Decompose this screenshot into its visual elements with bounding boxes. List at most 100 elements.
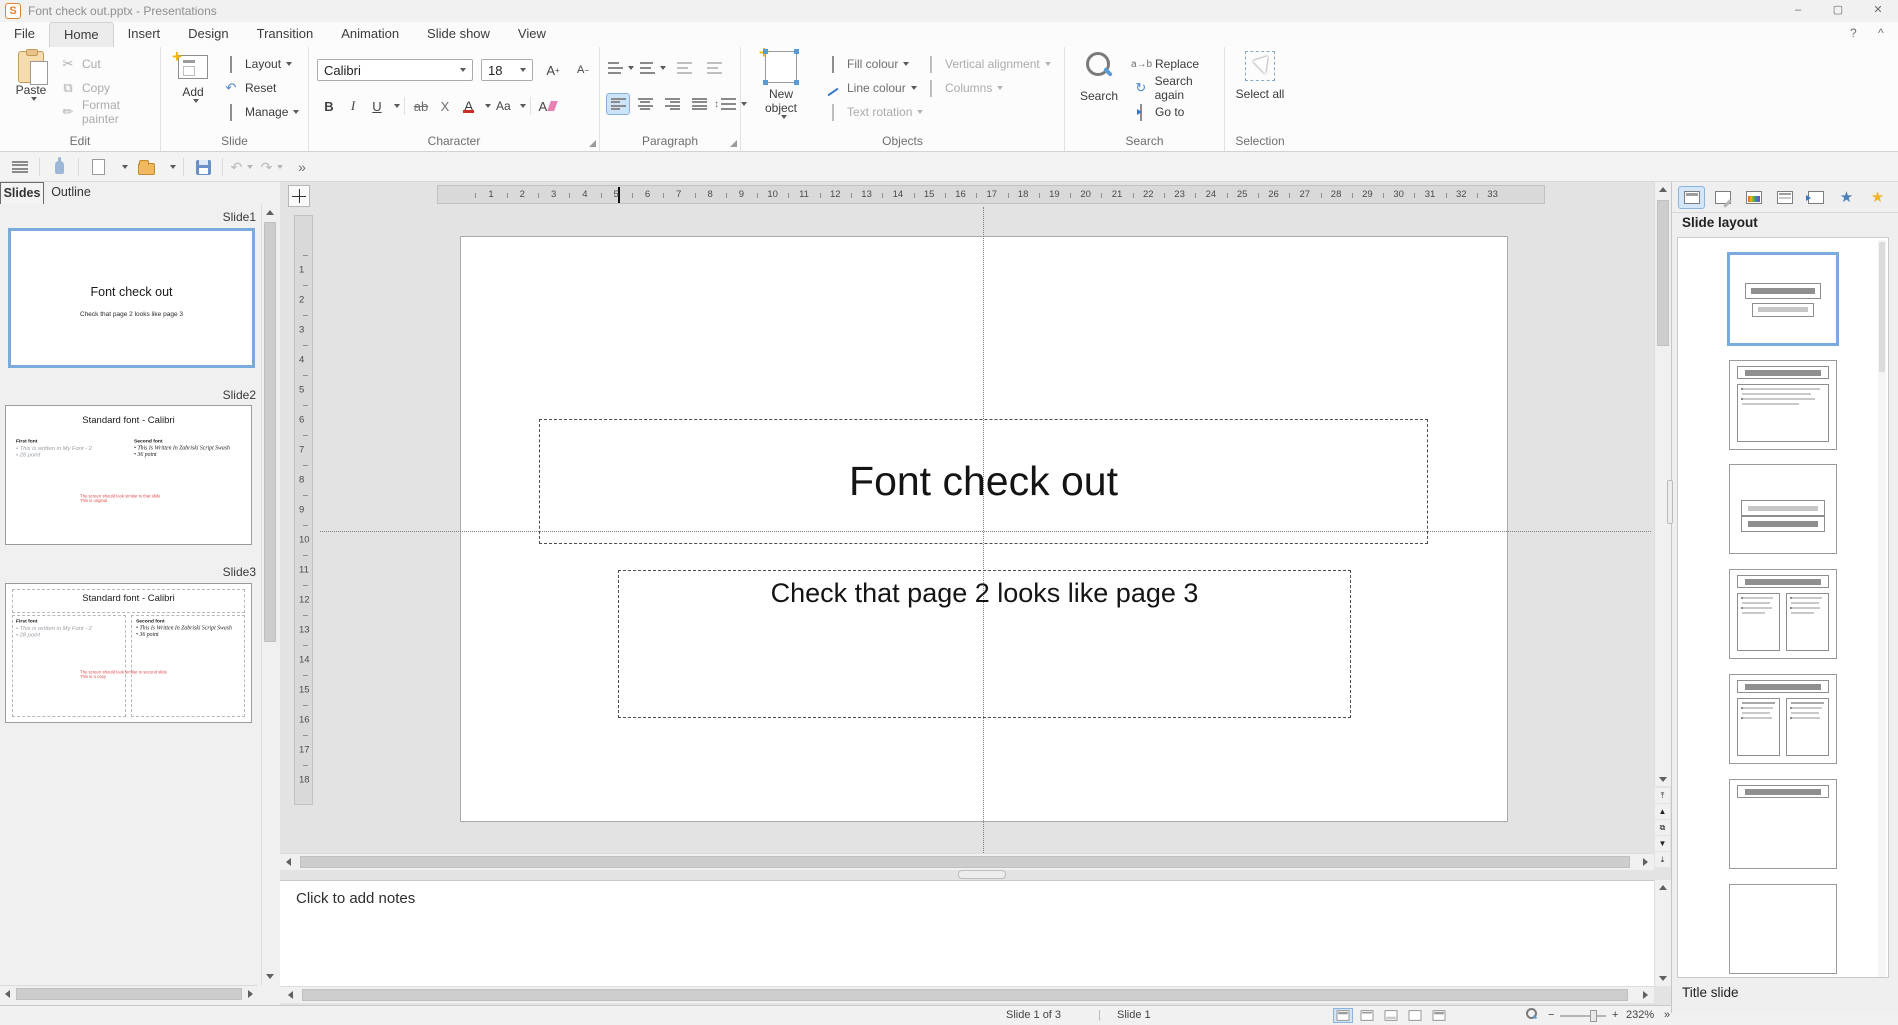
menu-transition[interactable]: Transition bbox=[243, 22, 328, 47]
new-document-dropdown-icon[interactable] bbox=[116, 157, 128, 177]
align-center-button[interactable] bbox=[633, 93, 657, 115]
font-color-button[interactable]: A bbox=[457, 98, 480, 114]
new-document-icon[interactable] bbox=[86, 157, 110, 177]
search-button[interactable]: Search bbox=[1075, 51, 1123, 127]
change-case-button[interactable]: Aa bbox=[491, 95, 515, 117]
align-right-button[interactable] bbox=[660, 93, 684, 115]
status-overflow-icon[interactable]: » bbox=[1664, 1009, 1670, 1021]
change-case-dropdown-icon[interactable] bbox=[520, 104, 526, 108]
menu-view[interactable]: View bbox=[504, 22, 560, 47]
help-icon[interactable]: ? bbox=[1850, 26, 1857, 40]
slide-overview-button[interactable]: ⧉ bbox=[1655, 820, 1670, 835]
manage-button[interactable]: Manage bbox=[221, 102, 299, 122]
canvas-hscrollbar[interactable] bbox=[280, 853, 1654, 870]
vertical-alignment-button[interactable]: Vertical alignment bbox=[921, 54, 1051, 74]
layout-thumb-title-only[interactable] bbox=[1729, 779, 1837, 869]
layout-thumb-title-content[interactable] bbox=[1729, 360, 1837, 450]
goto-button[interactable]: Go to bbox=[1131, 102, 1184, 122]
layout-button[interactable]: Layout bbox=[221, 54, 292, 74]
strikethrough-button[interactable]: ab bbox=[409, 95, 433, 117]
layout-thumb-centered-text[interactable] bbox=[1729, 464, 1837, 554]
sidebar-tab-master[interactable] bbox=[1771, 186, 1798, 209]
paste-button[interactable]: Paste bbox=[8, 51, 54, 127]
line-colour-button[interactable]: Line colour bbox=[823, 78, 917, 98]
zoom-out-button[interactable]: − bbox=[1548, 1009, 1554, 1021]
layout-thumb-two-content-caption[interactable] bbox=[1729, 674, 1837, 764]
layout-thumb-two-content[interactable] bbox=[1729, 569, 1837, 659]
superscript-subscript-button[interactable]: X bbox=[433, 95, 457, 117]
menu-slideshow[interactable]: Slide show bbox=[413, 22, 504, 47]
minimize-button[interactable]: – bbox=[1778, 0, 1818, 22]
layout-thumb-blank[interactable] bbox=[1729, 884, 1837, 974]
fill-colour-button[interactable]: Fill colour bbox=[823, 54, 909, 74]
numbered-list-button[interactable] bbox=[640, 57, 666, 79]
underline-dropdown-icon[interactable] bbox=[394, 104, 400, 108]
view-master-button[interactable] bbox=[1429, 1008, 1449, 1023]
slide3-thumbnail[interactable]: Standard font - Calibri First font This … bbox=[5, 583, 252, 723]
maximize-button[interactable]: ▢ bbox=[1818, 0, 1858, 22]
text-rotation-button[interactable]: Text rotation bbox=[823, 102, 923, 122]
sidebar-collapse-grip[interactable] bbox=[1667, 480, 1673, 524]
underline-button[interactable]: U bbox=[365, 95, 389, 117]
subtitle-placeholder[interactable]: Check that page 2 looks like page 3 bbox=[618, 570, 1351, 718]
open-file-icon[interactable] bbox=[134, 157, 158, 177]
close-button[interactable]: ✕ bbox=[1858, 0, 1898, 22]
sidebar-tab-animation[interactable]: ★ bbox=[1833, 186, 1860, 209]
collapse-ribbon-icon[interactable]: ^ bbox=[1878, 26, 1884, 40]
sidebar-tab-colour-scheme[interactable] bbox=[1740, 186, 1767, 209]
grow-font-button[interactable]: A+ bbox=[541, 59, 565, 81]
bullet-list-button[interactable] bbox=[608, 57, 634, 79]
italic-button[interactable]: I bbox=[341, 95, 365, 117]
ruler-origin-crosshair[interactable] bbox=[288, 185, 310, 207]
add-slide-button[interactable]: + Add bbox=[173, 51, 213, 127]
align-left-button[interactable] bbox=[606, 93, 630, 115]
menu-animation[interactable]: Animation bbox=[327, 22, 413, 47]
slides-panel-scrollbar[interactable] bbox=[261, 204, 278, 985]
status-slide-name[interactable]: Slide 1 bbox=[1117, 1009, 1151, 1021]
increase-indent-button[interactable] bbox=[672, 57, 696, 79]
slide2-thumbnail[interactable]: Standard font - Calibri First font This … bbox=[5, 405, 252, 545]
columns-button[interactable]: Columns bbox=[921, 78, 1003, 98]
notes-hscrollbar[interactable] bbox=[280, 986, 1654, 1003]
zoom-percentage[interactable]: 232% bbox=[1626, 1009, 1654, 1021]
toolbar-overflow-icon[interactable]: » bbox=[290, 157, 314, 177]
menu-home[interactable]: Home bbox=[49, 22, 114, 47]
sidebar-tab-layout[interactable] bbox=[1678, 186, 1705, 209]
font-size-select[interactable]: 18 bbox=[481, 59, 533, 81]
sidebar-tab-effects[interactable]: ★ bbox=[1864, 186, 1891, 209]
view-sorter-button[interactable] bbox=[1357, 1008, 1377, 1023]
tab-slides[interactable]: Slides bbox=[0, 182, 44, 204]
view-handout-button[interactable] bbox=[1405, 1008, 1425, 1023]
hamburger-menu-icon[interactable] bbox=[8, 157, 32, 177]
redo-icon[interactable]: ↷ bbox=[260, 157, 284, 177]
last-slide-button[interactable]: ⤓ bbox=[1655, 852, 1670, 867]
open-file-dropdown-icon[interactable] bbox=[164, 157, 176, 177]
view-normal-button[interactable] bbox=[1333, 1008, 1353, 1023]
menu-insert[interactable]: Insert bbox=[114, 22, 175, 47]
new-object-button[interactable]: + New object bbox=[753, 51, 809, 127]
first-slide-button[interactable]: ⤒ bbox=[1655, 788, 1670, 803]
next-slide-button[interactable]: ▼ bbox=[1655, 836, 1670, 851]
search-again-button[interactable]: ↻ Search again bbox=[1131, 78, 1224, 98]
select-all-button[interactable]: Select all bbox=[1235, 51, 1285, 127]
justify-button[interactable] bbox=[687, 93, 711, 115]
zoom-in-button[interactable]: + bbox=[1612, 1009, 1618, 1021]
notes-splitter-handle[interactable] bbox=[958, 870, 1006, 879]
status-slide-info[interactable]: Slide 1 of 3 bbox=[1006, 1009, 1061, 1021]
decrease-indent-button[interactable] bbox=[702, 57, 726, 79]
paragraph-dialog-launcher[interactable] bbox=[730, 140, 737, 147]
undo-icon[interactable]: ↶ bbox=[230, 157, 254, 177]
bold-button[interactable]: B bbox=[317, 95, 341, 117]
sidebar-tab-design[interactable] bbox=[1709, 186, 1736, 209]
shrink-font-button[interactable]: A− bbox=[571, 59, 595, 81]
slide1-thumbnail[interactable]: Font check out Check that page 2 looks l… bbox=[8, 228, 255, 368]
reset-button[interactable]: ↶ Reset bbox=[221, 78, 276, 98]
layout-thumb-title[interactable] bbox=[1727, 252, 1839, 346]
layout-list-scrollbar[interactable] bbox=[1878, 240, 1886, 977]
previous-slide-button[interactable]: ▲ bbox=[1655, 804, 1670, 819]
character-dialog-launcher[interactable] bbox=[589, 140, 596, 147]
menu-file[interactable]: File bbox=[0, 22, 49, 47]
format-painter-button[interactable]: ✏ Format painter bbox=[58, 102, 160, 122]
sidebar-tab-transition[interactable] bbox=[1802, 186, 1829, 209]
notes-area[interactable]: Click to add notes bbox=[280, 880, 1654, 986]
